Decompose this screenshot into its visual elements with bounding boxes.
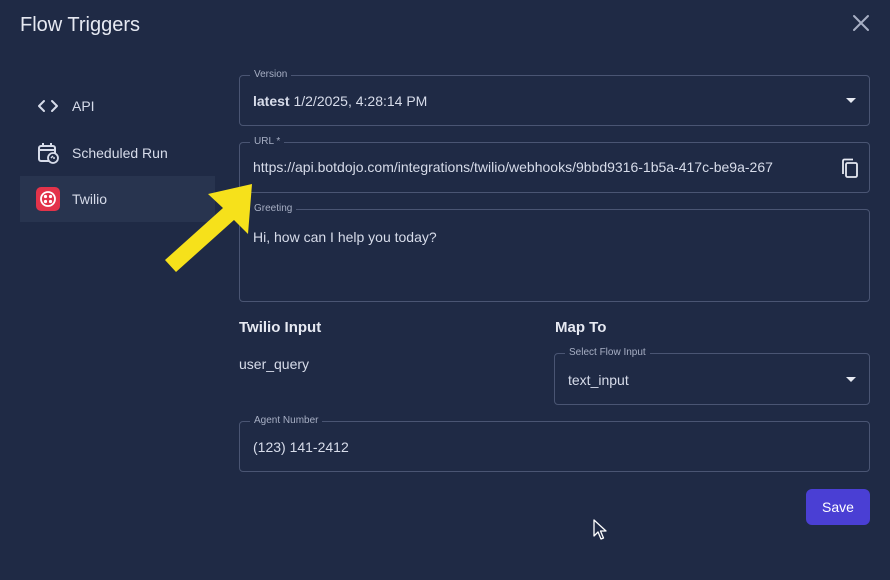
twilio-input-header: Twilio Input <box>239 319 322 336</box>
chevron-down-icon <box>846 98 856 103</box>
code-icon <box>36 94 60 118</box>
version-tag: latest <box>253 93 290 109</box>
flow-input-select[interactable]: Select Flow Input text_input <box>554 346 870 405</box>
dialog-title: Flow Triggers <box>20 14 141 36</box>
sidebar-item-label: Scheduled Run <box>72 145 168 161</box>
version-value: latest 1/2/2025, 4:28:14 PM <box>253 93 427 109</box>
flow-input-value: text_input <box>568 372 629 388</box>
copy-icon[interactable] <box>840 158 860 180</box>
greeting-field[interactable]: Greeting Hi, how can I help you today? <box>239 202 870 302</box>
agent-number-value: (123) 141-2412 <box>253 439 349 455</box>
mouse-cursor-icon <box>593 519 607 540</box>
close-icon[interactable] <box>850 12 872 34</box>
agent-number-label: Agent Number <box>250 414 323 428</box>
save-button[interactable]: Save <box>806 489 870 525</box>
greeting-value: Hi, how can I help you today? <box>253 229 437 245</box>
flow-input-label: Select Flow Input <box>565 346 650 360</box>
sidebar-item-label: Twilio <box>72 191 108 207</box>
url-label: URL * <box>250 135 285 149</box>
sidebar-item-api[interactable]: API <box>20 83 215 129</box>
twilio-input-value: user_query <box>239 356 310 372</box>
chevron-down-icon <box>846 377 856 382</box>
arrow-annotation-icon <box>165 184 252 272</box>
version-label: Version <box>250 68 292 82</box>
calendar-refresh-icon <box>36 141 60 165</box>
sidebar-item-label: API <box>72 98 95 114</box>
sidebar-item-scheduled-run[interactable]: Scheduled Run <box>20 130 215 176</box>
url-field[interactable]: URL * https://api.botdojo.com/integratio… <box>239 135 870 193</box>
agent-number-field[interactable]: Agent Number (123) 141-2412 <box>239 414 870 472</box>
twilio-icon <box>36 187 60 211</box>
version-select[interactable]: Version latest 1/2/2025, 4:28:14 PM <box>239 68 870 126</box>
version-date: 1/2/2025, 4:28:14 PM <box>293 93 428 109</box>
map-to-header: Map To <box>555 319 607 336</box>
url-value: https://api.botdojo.com/integrations/twi… <box>253 159 773 175</box>
